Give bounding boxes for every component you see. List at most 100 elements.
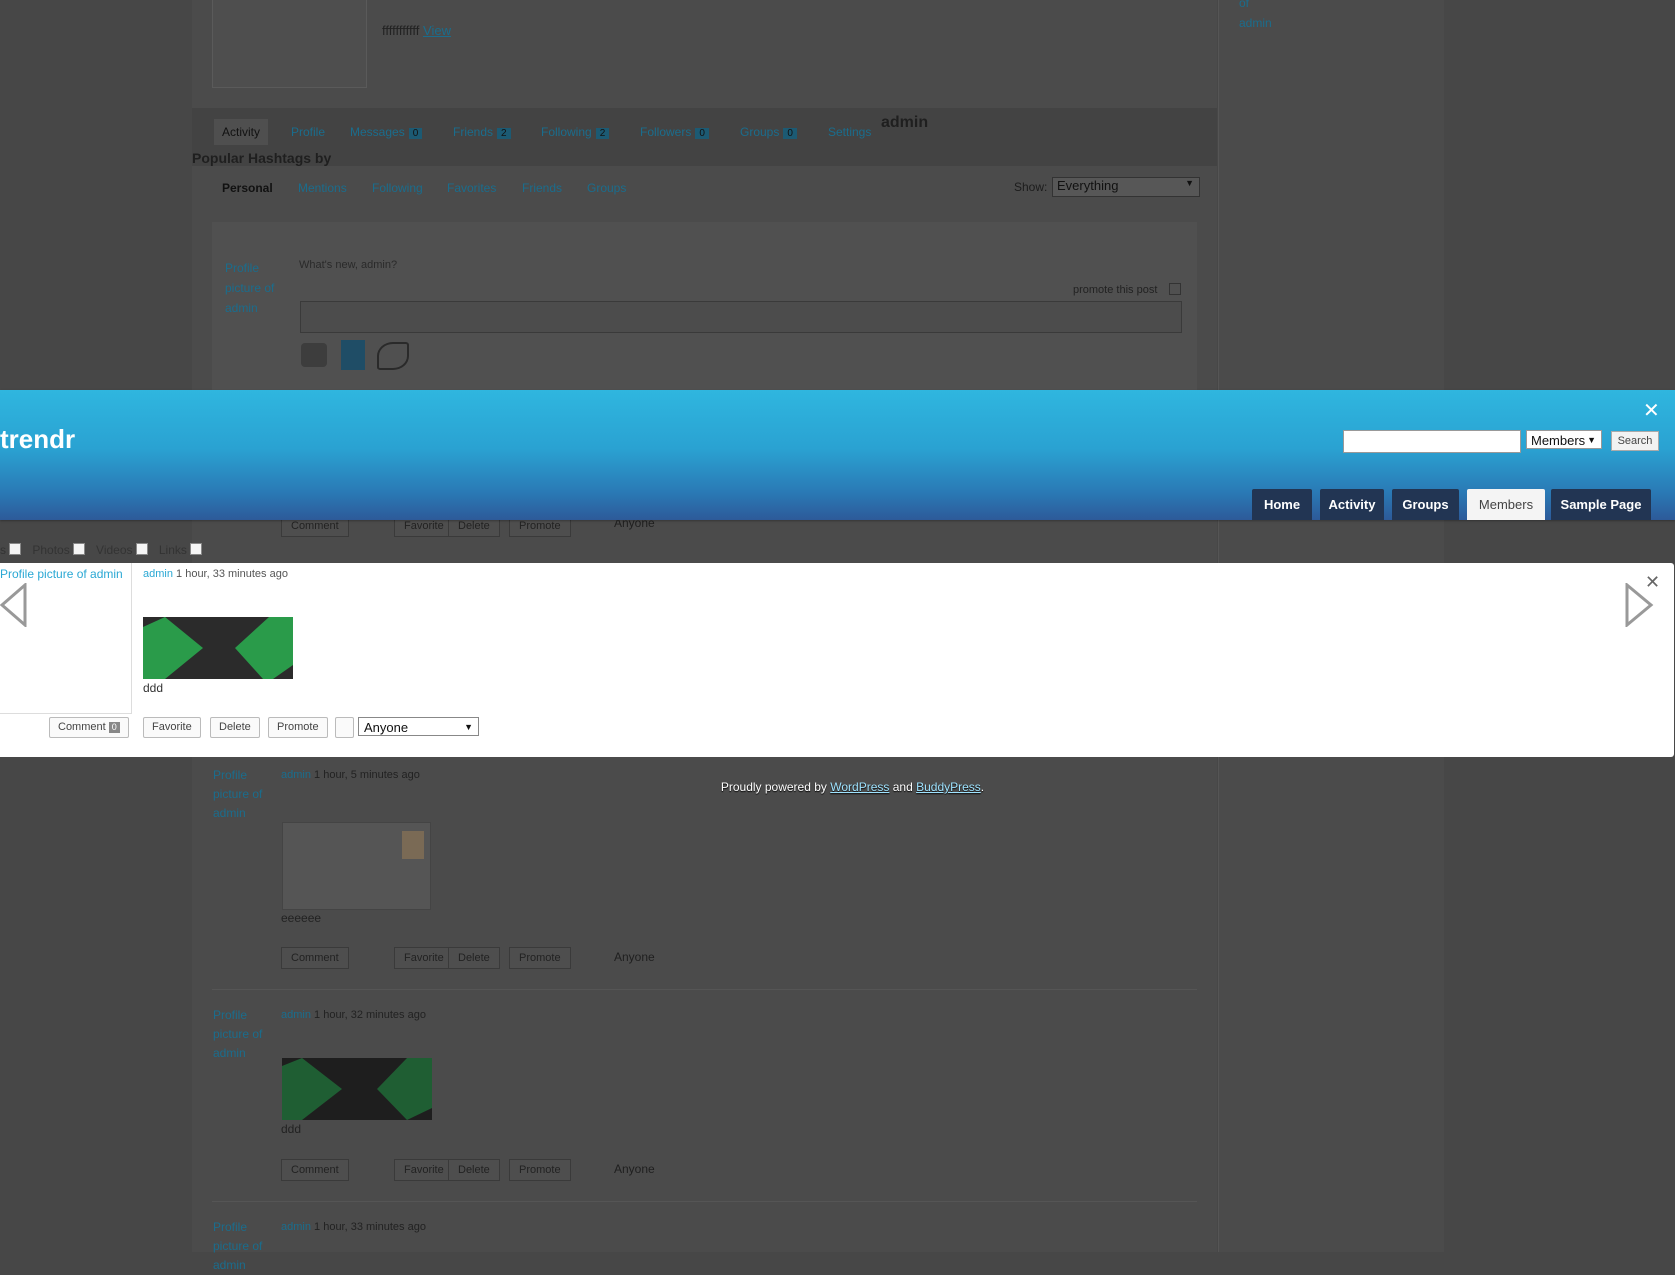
tab-label: Settings <box>828 125 872 139</box>
lightbox-image[interactable] <box>143 617 293 679</box>
post-avatar-alt[interactable]: Profile picture of admin <box>213 1218 265 1275</box>
activity-lightbox: Profile picture of admin admin 1 hour, 3… <box>0 563 1674 757</box>
whats-new-prompt: What's new, admin? <box>299 259 398 271</box>
background-view-link[interactable]: View <box>423 23 451 38</box>
filter-label-photos: Photos <box>32 543 70 557</box>
search-input[interactable] <box>1343 430 1521 453</box>
promote-label: promote this post <box>1073 284 1158 296</box>
tab-count: 0 <box>408 128 423 139</box>
tab-count: 0 <box>783 128 797 139</box>
bg-promote-button[interactable]: Promote <box>509 947 571 969</box>
camera-icon[interactable] <box>301 343 327 367</box>
nav-home[interactable]: Home <box>1252 489 1312 520</box>
bg-delete-button[interactable]: Delete <box>448 1159 500 1181</box>
tab-count: 2 <box>497 128 511 139</box>
subtab-favorites[interactable]: Favorites <box>447 181 496 195</box>
show-filter-select[interactable]: Everything ▼ <box>1052 177 1200 197</box>
subtab-personal[interactable]: Personal <box>222 181 273 195</box>
tab-settings[interactable]: Settings <box>828 125 871 139</box>
chevron-down-icon: ▼ <box>464 722 473 732</box>
subtab-mentions[interactable]: Mentions <box>298 181 347 195</box>
background-avatar-alt[interactable]: Profile picture of admin <box>225 258 280 318</box>
post-avatar-alt[interactable]: Profile picture of admin <box>213 1006 265 1063</box>
promote-checkbox[interactable] <box>1169 283 1181 295</box>
next-arrow-icon[interactable] <box>1624 583 1654 627</box>
comment-button[interactable]: Comment 0 <box>49 717 129 738</box>
tab-messages[interactable]: Messages 0 <box>350 125 423 139</box>
tab-label: Following <box>541 125 592 139</box>
empty-action-button[interactable] <box>335 717 354 738</box>
post-caption: ddd <box>281 1122 302 1136</box>
post-author[interactable]: admin <box>281 1009 311 1021</box>
delete-button[interactable]: Delete <box>210 717 260 738</box>
tab-friends[interactable]: Friends 2 <box>453 125 511 139</box>
videos-checkbox[interactable] <box>135 543 148 555</box>
bg-comment-button[interactable]: Comment <box>281 947 349 969</box>
post-screenshot-thumbnail[interactable] <box>282 822 431 910</box>
privacy-select[interactable]: Anyone ▼ <box>358 717 479 736</box>
filter-checkbox[interactable] <box>9 543 21 555</box>
favorite-button[interactable]: Favorite <box>143 717 201 738</box>
photos-checkbox[interactable] <box>72 543 85 555</box>
tab-followers[interactable]: Followers 0 <box>640 125 709 139</box>
site-title[interactable]: trendr <box>0 424 75 455</box>
tab-activity[interactable]: Activity <box>214 119 269 145</box>
filter-label: s <box>0 543 6 557</box>
tab-label: Groups <box>740 125 780 139</box>
promote-button[interactable]: Promote <box>268 717 328 738</box>
link-icon[interactable] <box>377 342 409 370</box>
post-caption: eeeeee <box>281 911 322 925</box>
footer-and: and <box>889 780 917 794</box>
bg-promote-button[interactable]: Promote <box>509 1159 571 1181</box>
popular-hashtags-heading: Popular Hashtags by <box>192 150 332 166</box>
search-button[interactable]: Search <box>1611 431 1659 451</box>
comment-label: Comment <box>58 721 106 733</box>
post-author[interactable]: admin <box>281 1221 311 1233</box>
tab-profile[interactable]: Profile <box>291 125 325 139</box>
green-diamonds-image <box>143 617 293 679</box>
search-scope-select[interactable]: Members ▼ <box>1526 430 1602 449</box>
subtab-groups[interactable]: Groups <box>587 181 626 195</box>
post-avatar-alt[interactable]: Profile picture of admin <box>213 766 265 823</box>
show-filter-value: Everything <box>1057 178 1119 193</box>
links-checkbox[interactable] <box>189 543 202 555</box>
bg-privacy[interactable]: Anyone <box>614 1162 655 1176</box>
tab-following[interactable]: Following 2 <box>541 125 610 139</box>
filter-label-links: Links <box>158 543 187 557</box>
lightbox-avatar-alt[interactable]: Profile picture of admin <box>0 567 123 581</box>
subtab-friends[interactable]: Friends <box>522 181 562 195</box>
nav-groups[interactable]: Groups <box>1392 489 1459 520</box>
background-avatar-box <box>212 0 367 88</box>
nav-members[interactable]: Members <box>1467 489 1545 520</box>
wordpress-link[interactable]: WordPress <box>830 780 889 794</box>
nav-sample-page[interactable]: Sample Page <box>1551 489 1651 520</box>
bg-delete-button[interactable]: Delete <box>448 947 500 969</box>
lightbox-author[interactable]: admin <box>143 568 173 580</box>
footer-suffix: . <box>980 780 985 794</box>
bg-favorite-button[interactable]: Favorite <box>394 1159 454 1181</box>
subtab-following[interactable]: Following <box>372 181 423 195</box>
bg-privacy[interactable]: Anyone <box>614 950 655 964</box>
post-time: 1 hour, 32 minutes ago <box>314 1009 426 1021</box>
close-icon[interactable]: ✕ <box>1643 401 1660 421</box>
nav-activity[interactable]: Activity <box>1320 489 1384 520</box>
bg-favorite-button[interactable]: Favorite <box>394 947 454 969</box>
tab-label: Profile <box>291 125 326 139</box>
show-filter-label: Show: <box>1014 180 1048 194</box>
tab-label: Activity <box>222 125 261 139</box>
sidebar-link-of[interactable]: of <box>1239 0 1249 10</box>
lightbox-caption: ddd <box>143 681 164 695</box>
bg-comment-button[interactable]: Comment <box>281 1159 349 1181</box>
tab-groups[interactable]: Groups 0 <box>740 125 797 139</box>
post-image-thumbnail[interactable] <box>282 1058 432 1120</box>
whats-new-textarea[interactable] <box>300 301 1182 333</box>
footer-credits: Proudly powered by WordPress and BuddyPr… <box>0 780 1675 794</box>
post-time: 1 hour, 33 minutes ago <box>314 1221 426 1233</box>
video-icon[interactable] <box>341 340 365 370</box>
divider <box>212 989 1197 990</box>
sidebar-link-admin[interactable]: admin <box>1239 16 1272 30</box>
privacy-value: Anyone <box>364 720 409 735</box>
previous-arrow-icon[interactable] <box>0 583 28 627</box>
footer-prefix: Proudly powered by <box>720 780 831 794</box>
buddypress-link[interactable]: BuddyPress <box>916 780 981 794</box>
